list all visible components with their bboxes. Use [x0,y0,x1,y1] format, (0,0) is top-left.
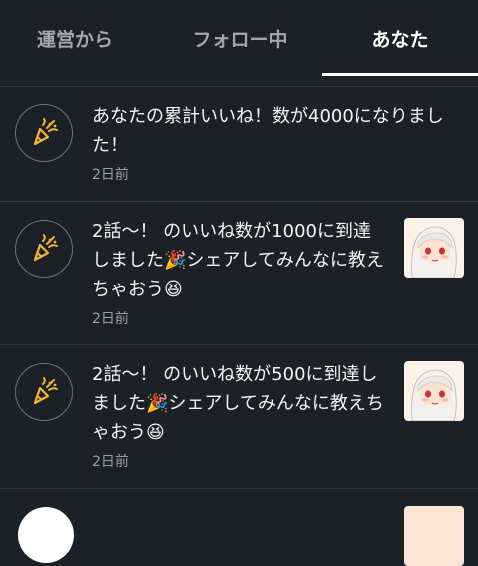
notification-time: 2日前 [92,167,129,183]
notification-item-partial[interactable] [0,487,478,566]
party-popper-icon [15,363,73,421]
notification-time: 2日前 [92,311,129,327]
notification-time: 2日前 [92,454,129,470]
notification-item[interactable]: あなたの累計いいね！数が4000になりました！ 2日前 [0,88,478,202]
tab-official[interactable]: 運営から [0,0,150,76]
notification-item[interactable]: 2話〜！ のいいね数が1000に到達しました🎉シェアしてみんなに教えちゃおう😆 … [0,202,478,345]
tab-following[interactable]: フォロー中 [160,0,320,76]
notification-list: あなたの累計いいね！数が4000になりました！ 2日前 2話〜！ のいいね数が1… [0,88,478,489]
notification-content: 2話〜！ のいいね数が500に到達しました🎉シェアしてみんなに教えちゃおう😆 2… [92,360,386,471]
notification-item[interactable]: 2話〜！ のいいね数が500に到達しました🎉シェアしてみんなに教えちゃおう😆 2… [0,345,478,489]
party-popper-icon [15,220,73,278]
party-popper-icon [15,104,73,162]
tab-bar: 運営から フォロー中 あなた [0,0,478,88]
episode-thumbnail[interactable] [404,218,464,278]
active-tab-indicator [322,73,478,76]
notification-content: あなたの累計いいね！数が4000になりました！ 2日前 [92,102,464,184]
tab-divider [0,86,478,87]
avatar [18,507,74,563]
notification-content: 2話〜！ のいいね数が1000に到達しました🎉シェアしてみんなに教えちゃおう😆 … [92,217,386,328]
episode-thumbnail[interactable] [404,361,464,421]
tab-you[interactable]: あなた [322,0,478,76]
notification-message: あなたの累計いいね！数が4000になりました！ [92,106,444,156]
episode-thumbnail[interactable] [404,506,464,566]
notification-message: 2話〜！ のいいね数が1000に到達しました🎉シェアしてみんなに教えちゃおう😆 [92,221,384,300]
notification-message: 2話〜！ のいいね数が500に到達しました🎉シェアしてみんなに教えちゃおう😆 [92,364,384,443]
